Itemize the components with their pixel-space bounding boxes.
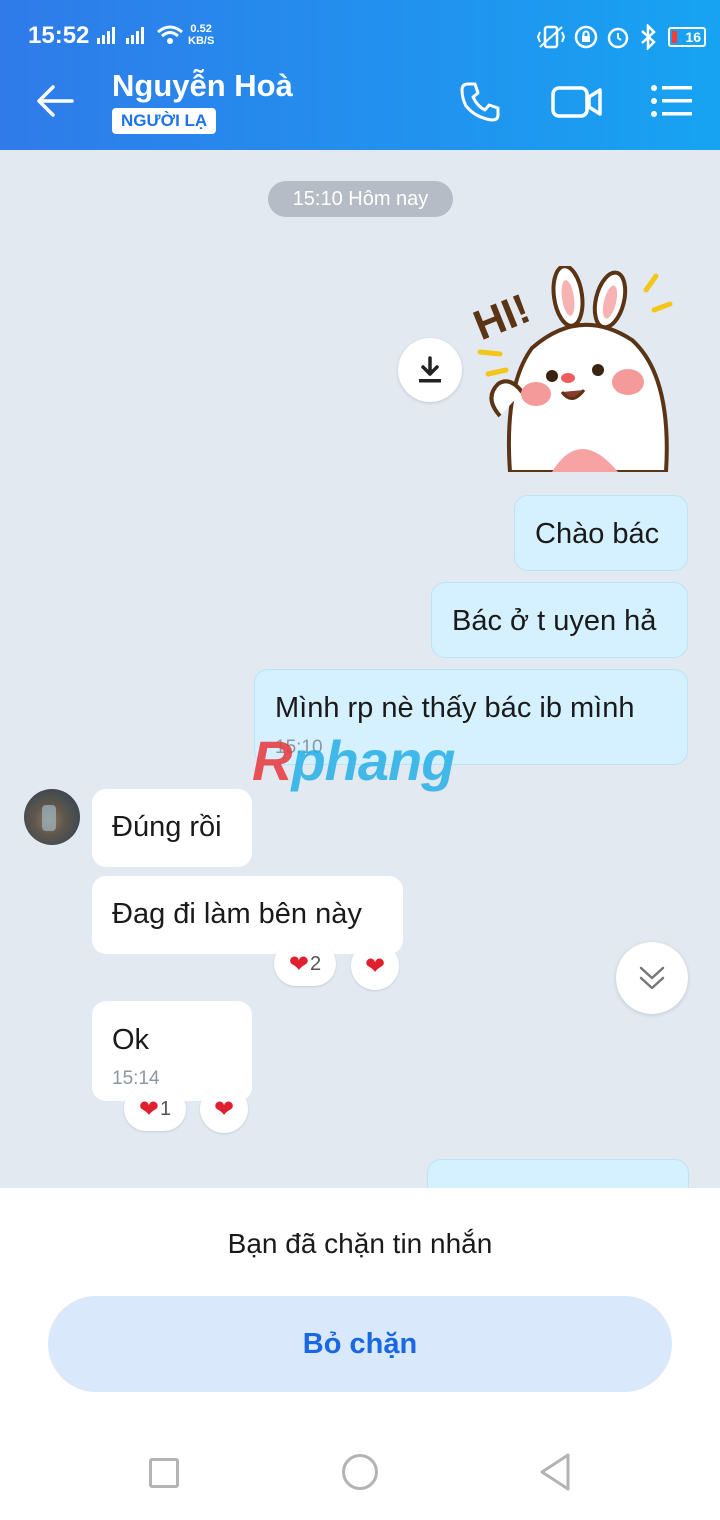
- bluetooth-icon: [641, 24, 656, 50]
- video-icon[interactable]: [551, 82, 603, 122]
- status-icons: 16: [536, 24, 706, 50]
- reaction-summary[interactable]: ❤ 2: [274, 942, 336, 986]
- outgoing-message-partial[interactable]: [427, 1159, 689, 1188]
- chat-area[interactable]: 15:10 Hôm nay HI! Chào bác Bác ở t uyen …: [0, 150, 720, 1188]
- home-button[interactable]: [342, 1454, 378, 1490]
- heart-icon: ❤: [138, 1095, 159, 1123]
- blocked-panel: Bạn đã chặn tin nhắn Bỏ chặn: [0, 1188, 720, 1520]
- unblock-button[interactable]: Bỏ chặn: [48, 1296, 672, 1392]
- wifi-icon: [157, 25, 183, 44]
- react-button[interactable]: ❤: [351, 942, 399, 990]
- contact-name[interactable]: Nguyễn Hoà: [112, 68, 293, 104]
- back-arrow-icon[interactable]: [36, 84, 74, 118]
- status-bar: 15:52 0.52 KB/S 16: [0, 0, 720, 54]
- battery-icon: 16: [668, 27, 706, 47]
- back-nav-icon[interactable]: [538, 1452, 574, 1492]
- stranger-badge: NGƯỜI LẠ: [112, 108, 217, 134]
- phone-icon[interactable]: [458, 80, 502, 124]
- reaction-summary[interactable]: ❤ 1: [124, 1087, 186, 1131]
- incoming-message[interactable]: Đag đi làm bên này: [92, 876, 403, 954]
- vibrate-icon: [536, 25, 566, 49]
- heart-icon: ❤: [364, 952, 386, 980]
- watermark: Rphang: [252, 729, 455, 792]
- recent-apps-button[interactable]: [149, 1458, 179, 1488]
- heart-icon: ❤: [288, 950, 309, 978]
- signal-icon: [126, 27, 144, 44]
- status-time: 15:52: [28, 22, 90, 49]
- net-speed: 0.52 KB/S: [188, 23, 215, 47]
- download-icon: [419, 356, 441, 383]
- avatar[interactable]: [24, 789, 80, 845]
- menu-icon[interactable]: [650, 84, 694, 118]
- signal-icon: [97, 27, 115, 44]
- react-button[interactable]: ❤: [200, 1085, 248, 1133]
- outgoing-message[interactable]: Chào bác: [514, 495, 688, 571]
- scroll-to-bottom-button[interactable]: [616, 942, 688, 1014]
- lock-rotation-icon: [574, 25, 598, 49]
- double-chevron-down-icon: [639, 966, 665, 990]
- bunny-sticker[interactable]: HI!: [470, 266, 692, 472]
- alarm-icon: [607, 27, 629, 49]
- download-sticker-button[interactable]: [398, 338, 462, 402]
- incoming-message[interactable]: Đúng rồi: [92, 789, 252, 867]
- sticker-text: HI!: [470, 284, 536, 349]
- date-pill: 15:10 Hôm nay: [268, 181, 453, 217]
- blocked-message: Bạn đã chặn tin nhắn: [227, 1228, 493, 1259]
- outgoing-message[interactable]: Bác ở t uyen hả: [431, 582, 688, 658]
- heart-icon: ❤: [213, 1095, 235, 1123]
- message-time: 15:14: [112, 1068, 160, 1089]
- chat-header: Nguyễn Hoà NGƯỜI LẠ: [0, 54, 720, 150]
